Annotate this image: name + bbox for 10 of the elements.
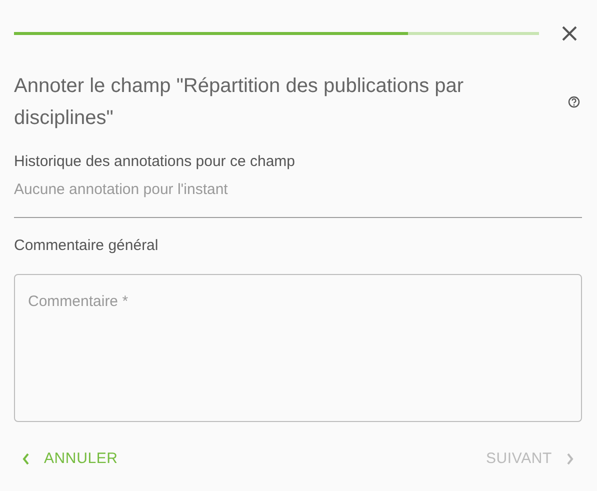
empty-history-text: Aucune annotation pour l'instant (14, 181, 229, 198)
dialog-title: Annoter le champ "Répartition des publications par disciplines" (14, 74, 465, 131)
cancel-button[interactable]: ANNULER (14, 442, 126, 475)
comment-label: Commentaire général (14, 237, 160, 254)
help-icon[interactable] (568, 96, 580, 108)
chevron-right-icon (566, 452, 574, 464)
comment-field[interactable]: Commentaire * (14, 274, 582, 422)
history-label: Historique des annotations pour ce champ (14, 153, 296, 170)
close-button[interactable] (561, 24, 578, 42)
chevron-left-icon (22, 452, 30, 464)
